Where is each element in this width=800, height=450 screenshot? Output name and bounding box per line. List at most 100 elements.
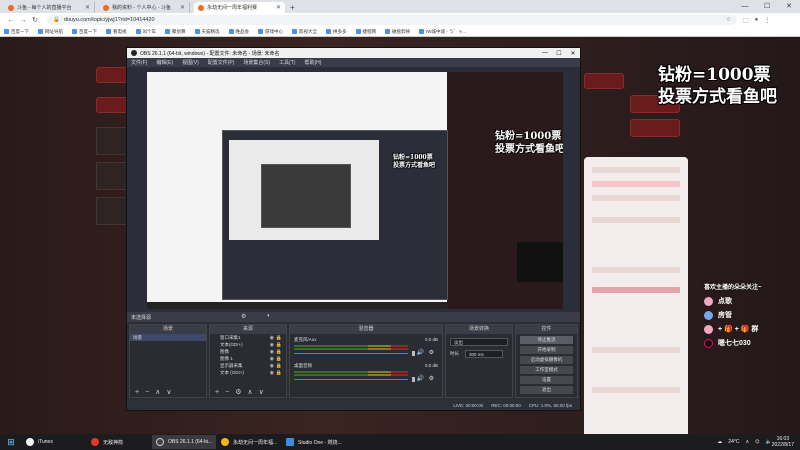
lock-icon[interactable]: 🔒 <box>276 363 282 369</box>
speaker-icon[interactable]: 🔊 <box>417 375 424 382</box>
source-item[interactable]: 窗口采集1 ◉ 🔒 <box>210 334 286 341</box>
taskbar-app-game[interactable]: 无敌神箭 <box>87 435 151 449</box>
bookmark-item[interactable]: 影视大全 <box>292 29 317 35</box>
gear-icon[interactable]: ⚙ <box>429 349 434 356</box>
exit-button[interactable]: 退出 <box>520 386 573 394</box>
remove-icon[interactable]: − <box>145 389 149 396</box>
source-item[interactable]: 图像 1 ◉ 🔒 <box>210 355 286 362</box>
browser-tab-event[interactable]: 永劫无间一周年福利赛 ✕ <box>194 2 285 13</box>
weather-icon[interactable]: ☁ <box>717 439 722 445</box>
tray-expand-icon[interactable]: ∧ <box>745 439 749 445</box>
menu-tools[interactable]: 工具(T) <box>279 59 295 66</box>
bookmark-item[interactable]: 捷程网 <box>355 29 376 35</box>
add-icon[interactable]: + <box>215 389 219 396</box>
gear-icon[interactable]: ⚙ <box>429 375 434 382</box>
page-side-card[interactable] <box>96 197 130 225</box>
bookmark-star-icon[interactable]: ☆ <box>726 17 731 23</box>
minimize-icon[interactable]: — <box>734 0 756 13</box>
visibility-eye-icon[interactable]: ◉ <box>270 335 274 341</box>
volume-slider-handle[interactable] <box>412 377 415 382</box>
bookmark-item[interactable]: 游戏中心 <box>258 29 283 35</box>
bookmark-item[interactable]: 看电视 <box>106 29 127 35</box>
lock-icon[interactable]: 🔒 <box>276 342 282 348</box>
bookmark-item[interactable]: 叫个车 <box>135 29 156 35</box>
page-nav-button[interactable] <box>630 119 680 137</box>
menu-profile[interactable]: 配置文件(P) <box>208 59 235 66</box>
menu-help[interactable]: 帮助(H) <box>304 59 321 66</box>
forward-icon[interactable]: → <box>17 17 29 24</box>
studio-mode-button[interactable]: 工作室模式 <box>520 366 573 374</box>
remove-icon[interactable]: − <box>225 389 229 396</box>
taskbar-app-itunes[interactable]: iTunes <box>22 435 86 449</box>
gear-icon[interactable]: ⚙ <box>235 388 241 396</box>
address-bar[interactable]: 🔒 douyu.com/topic/yjwj1?rid=10414420 ☆ <box>47 15 737 25</box>
taskbar-clock[interactable]: 16:03 2022/8/17 <box>772 436 794 448</box>
lock-icon[interactable]: 🔒 <box>276 335 282 341</box>
bookmark-item[interactable]: 唯品会 <box>228 29 249 35</box>
extension-icon[interactable]: ⬚ <box>743 17 749 24</box>
stop-streaming-button[interactable]: 停止推流 <box>520 336 573 344</box>
source-item[interactable]: 文本 (GDI+) ◉ 🔒 <box>210 369 286 376</box>
maximize-icon[interactable]: ☐ <box>756 0 778 13</box>
bookmark-item[interactable]: 百度一下 <box>4 29 29 35</box>
move-up-icon[interactable]: ∧ <box>247 388 252 396</box>
duration-input[interactable]: 300 ms <box>465 350 503 358</box>
volume-slider-handle[interactable] <box>412 351 415 356</box>
browser-tab-douyu-home[interactable]: 斗鱼 - 每个人的直播平台 ✕ <box>4 2 95 13</box>
visibility-eye-icon[interactable]: ◉ <box>270 349 274 355</box>
speaker-icon[interactable]: 🔊 <box>417 349 424 356</box>
menu-scene-collection[interactable]: 场景集合(S) <box>243 59 270 66</box>
bookmark-item[interactable]: 网址导航 <box>38 29 63 35</box>
add-icon[interactable]: + <box>135 389 139 396</box>
taskbar-app-studio-one[interactable]: Studio One - 燃烧... <box>282 435 346 449</box>
visibility-eye-icon[interactable]: ◉ <box>270 356 274 362</box>
close-tab-icon[interactable]: ✕ <box>276 4 281 11</box>
menu-view[interactable]: 视图(V) <box>182 59 199 66</box>
minimize-icon[interactable]: — <box>538 50 552 57</box>
close-icon[interactable]: ✕ <box>778 0 800 13</box>
taskbar-app-chrome[interactable]: 永劫无间一周年福... <box>217 435 281 449</box>
transition-select[interactable]: 淡出 <box>450 338 508 346</box>
page-nav-button[interactable] <box>584 73 624 89</box>
windows-start-icon[interactable]: ⊞ <box>0 435 22 449</box>
lock-icon[interactable]: 🔒 <box>276 349 282 355</box>
close-tab-icon[interactable]: ✕ <box>85 4 90 11</box>
network-icon[interactable]: ⌬ <box>755 439 759 445</box>
source-item[interactable]: 图像 ◉ 🔒 <box>210 348 286 355</box>
move-down-icon[interactable]: ∨ <box>259 388 264 396</box>
page-side-card[interactable] <box>96 127 130 155</box>
properties-gear-icon[interactable]: ⚙ <box>241 313 246 320</box>
browser-tab-profile[interactable]: 我的资料 - 个人中心 - 斗鱼 ✕ <box>99 2 190 13</box>
move-down-icon[interactable]: ∨ <box>166 388 171 396</box>
start-virtual-camera-button[interactable]: 启动虚拟摄像机 <box>520 356 573 364</box>
visibility-eye-icon[interactable]: ◉ <box>270 363 274 369</box>
close-icon[interactable]: ✕ <box>566 50 580 57</box>
bookmark-item[interactable]: 百度一下 <box>72 29 97 35</box>
volume-slider[interactable] <box>294 379 408 380</box>
reload-icon[interactable]: ↻ <box>29 16 41 24</box>
source-item[interactable]: 显示器采集 ◉ 🔒 <box>210 362 286 369</box>
profile-icon[interactable]: ● <box>755 17 759 23</box>
bookmark-item[interactable]: 天猫精选 <box>194 29 220 35</box>
weather-temp[interactable]: 24°C <box>728 439 739 445</box>
visibility-eye-icon[interactable]: ◉ <box>270 370 274 376</box>
start-recording-button[interactable]: 开始录制 <box>520 346 573 354</box>
close-tab-icon[interactable]: ✕ <box>180 4 185 11</box>
filters-icon[interactable]: ◐ <box>267 313 271 319</box>
taskbar-app-obs[interactable]: OBS 26.1.1 (64-bi... <box>152 435 216 449</box>
maximize-icon[interactable]: ☐ <box>552 50 566 57</box>
move-up-icon[interactable]: ∧ <box>155 388 160 396</box>
bookmark-item[interactable]: IW城中城 - う゛ぅ... <box>419 29 466 35</box>
scene-item[interactable]: 场景 <box>130 334 206 341</box>
bookmark-item[interactable]: 聚划算 <box>165 29 186 35</box>
lock-icon[interactable]: 🔒 <box>276 356 282 362</box>
visibility-eye-icon[interactable]: ◉ <box>270 342 274 348</box>
settings-button[interactable]: 设置 <box>520 376 573 384</box>
back-icon[interactable]: ← <box>5 17 17 24</box>
menu-file[interactable]: 文件(F) <box>131 59 147 66</box>
source-item[interactable]: 文本(GDI+) ◉ 🔒 <box>210 341 286 348</box>
menu-edit[interactable]: 编辑(E) <box>156 59 173 66</box>
bookmark-item[interactable]: 磁盘剪映 <box>385 29 410 35</box>
bookmark-item[interactable]: 拼多多 <box>326 29 347 35</box>
new-tab-button[interactable]: + <box>290 3 295 12</box>
